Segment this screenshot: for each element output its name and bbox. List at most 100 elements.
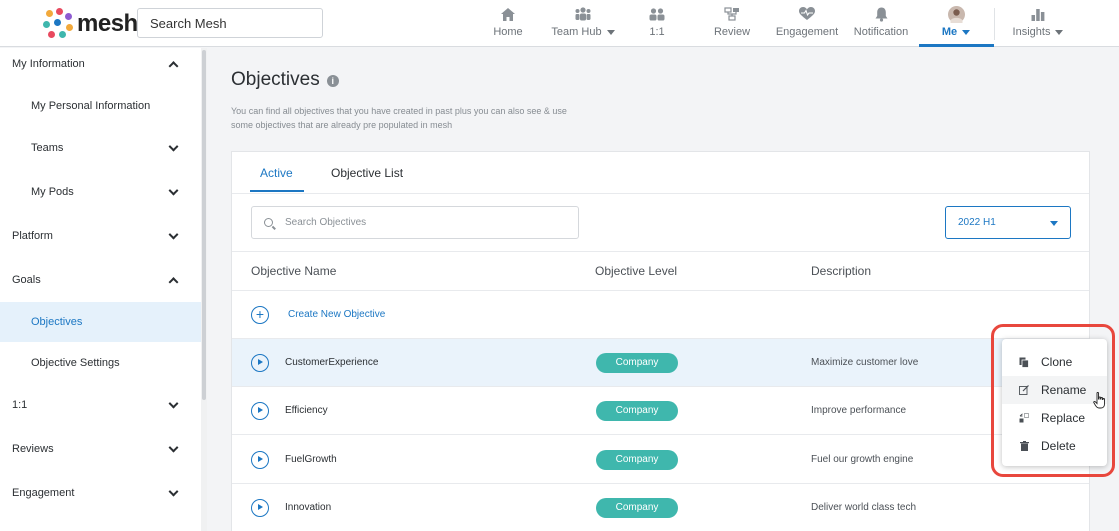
sidebar-item-label: Reviews [12,443,54,455]
nav-home-label: Home [493,26,523,38]
expand-play-icon[interactable] [251,499,269,517]
nav-active-indicator [919,44,994,47]
menu-item-replace[interactable]: Replace [1002,404,1107,432]
active-tab-underline [250,190,304,192]
menu-item-rename[interactable]: Rename [1002,376,1107,404]
create-objective-row[interactable]: + Create New Objective [232,291,1089,339]
sidebar-item-label: Teams [31,142,64,154]
column-header-objective-name: Objective Name [251,264,337,278]
sidebar-item-goals[interactable]: Goals [0,260,201,300]
nav-insights[interactable]: Insights [1012,5,1064,47]
objective-level-badge: Company [596,450,678,470]
table-row[interactable]: CustomerExperience Company Maximize cust… [232,339,1089,387]
mesh-logo-icon [42,8,74,40]
objective-name: Innovation [285,502,332,513]
top-navbar: mesh Search Mesh Home Team Hub 1:1 Revie… [0,0,1119,47]
sidebar-item-teams[interactable]: Teams [0,128,201,168]
page-title: Objectives i [231,69,339,91]
sidebar-item-reviews[interactable]: Reviews [0,429,201,469]
sidebar-item-label: Platform [12,230,53,242]
sidebar-item-engagement[interactable]: Engagement [0,473,201,513]
objective-name: FuelGrowth [285,454,337,465]
objective-description: Deliver world class tech [811,502,917,513]
nav-engagement[interactable]: Engagement [776,5,838,47]
home-icon [501,5,515,23]
chevron-down-icon [168,229,179,240]
team-icon [574,5,592,23]
trash-icon [1019,441,1029,451]
chevron-down-icon [168,141,179,152]
menu-item-clone[interactable]: Clone [1002,348,1107,376]
objectives-card: Active Objective List Search Objectives … [231,151,1090,531]
objective-name: CustomerExperience [285,357,379,368]
menu-item-label: Clone [1041,355,1073,369]
sidebar-item-my-information[interactable]: My Information [0,44,201,84]
menu-item-label: Rename [1041,383,1087,397]
nav-team-hub[interactable]: Team Hub [550,5,616,47]
table-row[interactable]: Efficiency Company Improve performance [232,387,1089,435]
chevron-up-icon [168,61,179,72]
nav-one-on-one[interactable]: 1:1 [643,5,671,47]
menu-item-delete[interactable]: Delete [1002,432,1107,460]
sidebar-scrollbar-thumb[interactable] [202,50,206,400]
objective-search-input[interactable]: Search Objectives [251,206,579,239]
tab-objective-list[interactable]: Objective List [331,166,403,180]
objective-description: Improve performance [811,405,907,416]
page-title-text: Objectives [231,69,320,90]
expand-play-icon[interactable] [251,451,269,469]
bell-icon [875,5,888,23]
review-icon [724,5,740,23]
nav-notification-label: Notification [853,26,909,38]
edit-icon [1019,385,1029,395]
sidebar-item-my-pods[interactable]: My Pods [0,172,201,212]
plus-circle-icon[interactable]: + [251,306,269,324]
sidebar-item-label: My Pods [31,186,74,198]
nav-me[interactable]: Me [936,5,976,47]
search-icon [264,218,273,227]
sidebar-item-label: My Personal Information [31,100,151,112]
period-select[interactable]: 2022 H1 [945,206,1071,239]
table-row[interactable]: Innovation Company Deliver world class t… [232,484,1089,531]
chevron-down-icon [962,29,971,35]
chevron-down-icon [1050,221,1058,226]
sidebar-item-label: Objectives [31,316,83,328]
menu-item-label: Delete [1041,439,1076,453]
nav-team-hub-label: Team Hub [551,26,602,38]
create-new-objective-link[interactable]: Create New Objective [288,309,385,320]
nav-notification[interactable]: Notification [853,5,909,47]
expand-play-icon[interactable] [251,402,269,420]
objective-level-badge: Company [596,353,678,373]
page-description: You can find all objectives that you hav… [231,106,567,130]
column-header-objective-level: Objective Level [595,264,678,278]
mesh-logo[interactable]: mesh [42,8,138,40]
sidebar-item-one-on-one[interactable]: 1:1 [0,385,201,425]
sidebar-item-objective-settings[interactable]: Objective Settings [0,343,201,383]
nav-one-on-one-label: 1:1 [649,26,665,38]
sidebar-item-platform[interactable]: Platform [0,216,201,256]
hand-cursor-icon [1093,391,1107,414]
nav-home[interactable]: Home [488,5,528,47]
sidebar-item-label: Objective Settings [31,357,120,369]
sidebar: My Information My Personal Information T… [0,48,207,531]
avatar [947,5,965,23]
expand-play-icon[interactable] [251,354,269,372]
logo-text: mesh [77,10,138,37]
table-row[interactable]: FuelGrowth Company Fuel our growth engin… [232,436,1089,484]
nav-insights-label: Insights [1012,26,1051,38]
menu-item-label: Replace [1041,411,1086,425]
chevron-up-icon [168,277,179,288]
info-icon[interactable]: i [326,75,339,87]
objective-description: Maximize customer love [811,357,919,368]
nav-review[interactable]: Review [712,5,752,47]
period-select-value: 2022 H1 [958,217,996,228]
replace-icon [1019,413,1029,423]
sidebar-item-my-personal-information[interactable]: My Personal Information [0,86,201,126]
sidebar-item-objectives[interactable]: Objectives [0,302,201,342]
global-search-input[interactable]: Search Mesh [137,8,323,38]
nav-me-label: Me [941,26,958,38]
tab-active[interactable]: Active [260,166,293,180]
sidebar-item-label: My Information [12,58,85,70]
sidebar-item-label: Engagement [12,487,75,499]
objective-search-placeholder: Search Objectives [285,217,367,228]
nav-review-label: Review [713,26,751,38]
